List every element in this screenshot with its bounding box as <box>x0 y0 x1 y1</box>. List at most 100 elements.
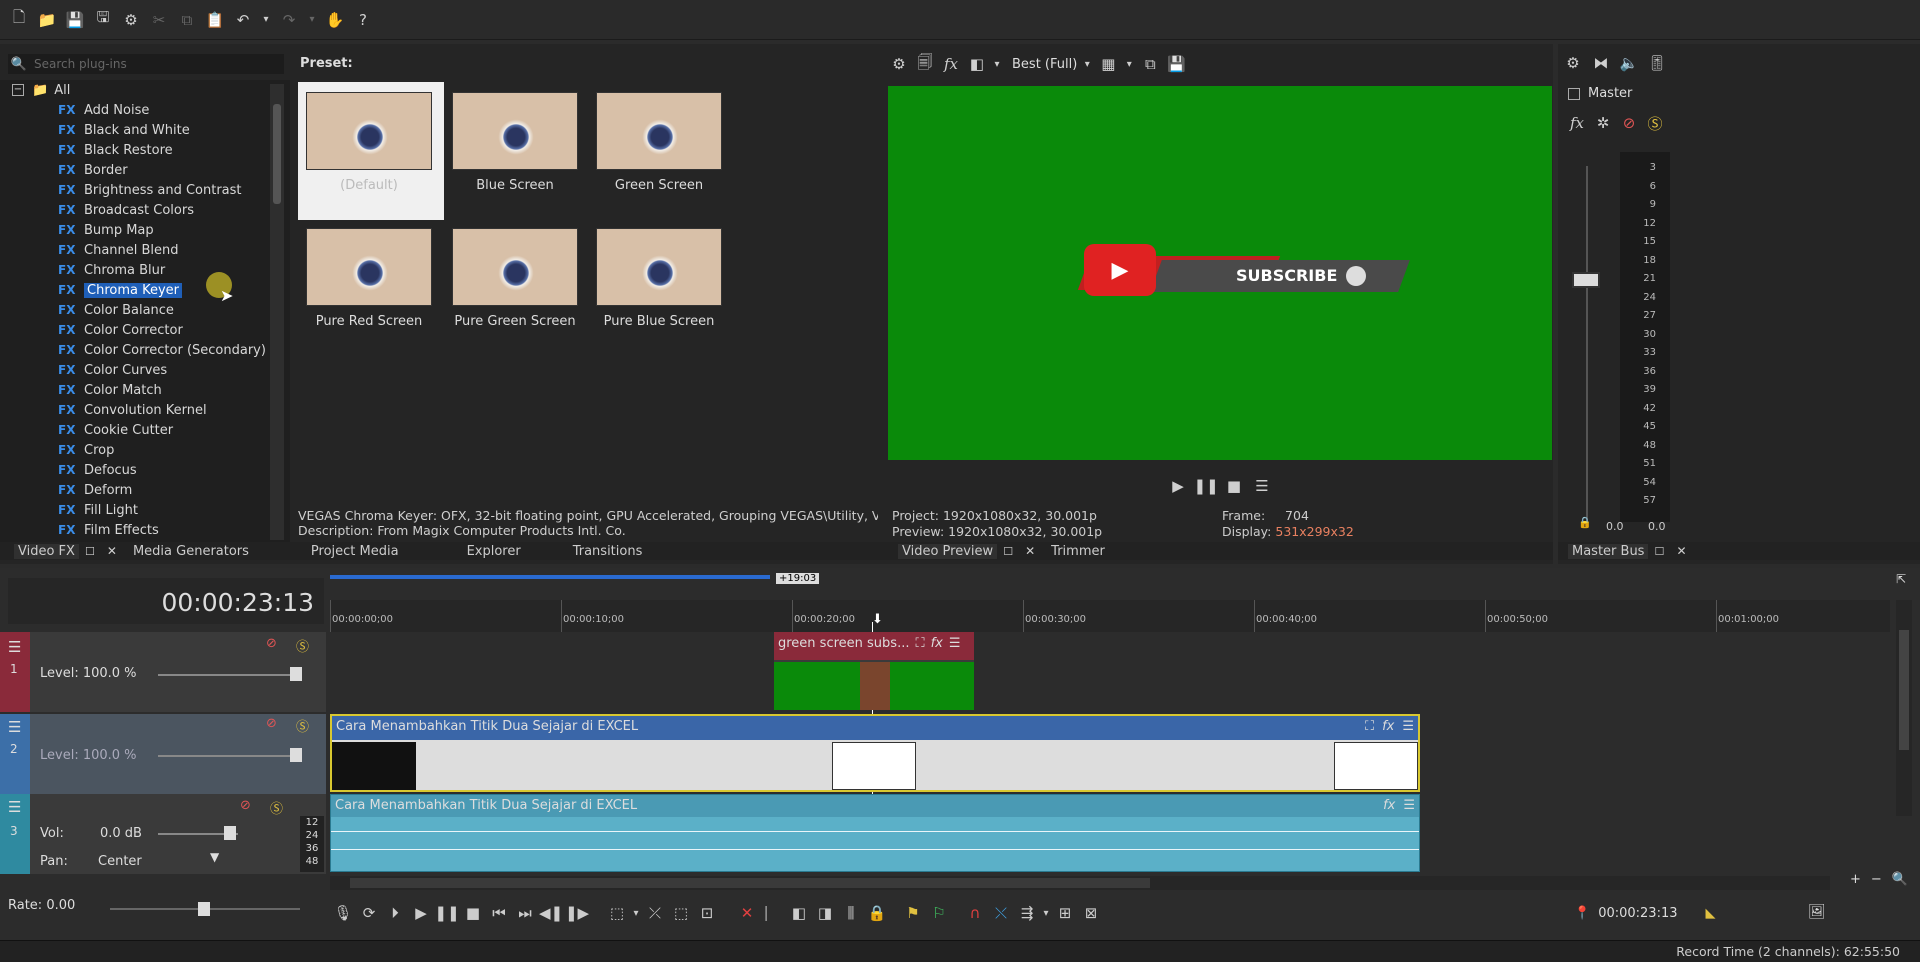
pause-icon[interactable]: ❚❚ <box>1193 475 1218 497</box>
tab-video-preview[interactable]: Video Preview <box>898 543 998 559</box>
preset-item[interactable]: Pure Blue Screen <box>596 228 722 329</box>
play-from-start-icon[interactable]: ⏵ <box>382 904 408 922</box>
preset-item[interactable]: Pure Red Screen <box>306 228 432 329</box>
new-icon[interactable]: 🗋 <box>8 8 30 31</box>
level-slider-thumb[interactable] <box>290 748 302 762</box>
region-icon[interactable]: ⚐ <box>926 904 952 922</box>
help-icon[interactable]: ? <box>352 9 374 31</box>
hand-icon[interactable]: ✋ <box>324 9 346 31</box>
solo-icon[interactable]: Ⓢ <box>296 636 309 655</box>
collapse-icon[interactable]: − <box>12 84 24 96</box>
tab-master-bus[interactable]: Master Bus <box>1568 543 1649 559</box>
trim-end-icon[interactable]: ◨ <box>812 904 838 922</box>
save-snapshot-icon[interactable]: 💾 <box>1165 53 1187 75</box>
solo-icon[interactable]: Ⓢ <box>270 798 283 817</box>
marker-icon[interactable]: ⚑ <box>900 904 926 922</box>
fx-item[interactable]: FX Film Effects <box>0 520 290 540</box>
copy-icon[interactable]: ⧉ <box>176 9 198 31</box>
tab-trimmer[interactable]: Trimmer <box>1051 544 1105 559</box>
paste-icon[interactable]: 📋 <box>204 9 226 31</box>
undo-dropdown-icon[interactable]: ▾ <box>260 9 272 31</box>
mute-icon[interactable]: ⊘ <box>1618 112 1640 134</box>
fx-item[interactable]: FX Color Curves <box>0 360 290 380</box>
undock-icon[interactable]: ☐ <box>997 540 1019 562</box>
copy-snapshot-icon[interactable]: ⧉ <box>1139 53 1161 75</box>
undo-icon[interactable]: ↶ <box>232 9 254 31</box>
tab-video-fx[interactable]: Video FX <box>14 543 79 559</box>
undock-icon[interactable]: ☐ <box>1648 540 1670 562</box>
quality-select[interactable]: Best (Full) <box>1012 57 1077 72</box>
cut-icon[interactable]: ✂ <box>148 9 170 31</box>
fx-icon[interactable]: fx <box>1382 719 1394 737</box>
fx-item[interactable]: FX Broadcast Colors <box>0 200 290 220</box>
master-checkbox[interactable] <box>1568 87 1580 100</box>
mute-icon[interactable]: ⊘ <box>266 636 277 651</box>
fx-item[interactable]: FX Border <box>0 160 290 180</box>
close-icon[interactable]: ✕ <box>1019 540 1041 562</box>
preset-item[interactable]: (Default) <box>306 92 432 193</box>
track3-clip[interactable]: Cara Menambahkan Titik Dua Sejajar di EX… <box>330 794 1420 872</box>
track2-clip[interactable]: Cara Menambahkan Titik Dua Sejajar di EX… <box>330 714 1420 792</box>
fx-item[interactable]: FX Chroma Keyer <box>0 280 290 300</box>
fx-icon[interactable]: fx <box>931 636 943 656</box>
fx-item[interactable]: FX Color Corrector <box>0 320 290 340</box>
fx-item[interactable]: FX Black Restore <box>0 140 290 160</box>
fx-item[interactable]: FX Cookie Cutter <box>0 420 290 440</box>
tab-transitions[interactable]: Transitions <box>573 544 643 559</box>
downmix-icon[interactable]: ⧓ <box>1590 52 1612 74</box>
stop-icon[interactable]: ■ <box>1223 475 1245 497</box>
track1-clip[interactable]: green screen subs... ⛶ fx ☰ <box>774 632 974 710</box>
volume-slider-thumb[interactable] <box>224 826 236 840</box>
split-icon[interactable]: ⫼ <box>838 904 864 922</box>
tree-root[interactable]: − 📁 All <box>12 80 290 100</box>
preset-item[interactable]: Blue Screen <box>452 92 578 193</box>
tab-project-media[interactable]: Project Media <box>311 544 399 559</box>
menu-icon[interactable]: ☰ <box>1251 475 1273 497</box>
menu-icon[interactable]: ☰ <box>949 636 961 656</box>
ripple-dropdown-icon[interactable]: ▾ <box>1040 908 1052 919</box>
trim-icon[interactable]: ⎸ <box>760 904 786 922</box>
fx-item[interactable]: FX Deform <box>0 480 290 500</box>
mixer-icon[interactable]: 🎚 <box>1646 52 1668 74</box>
auto-crossfade-icon[interactable]: ⤬ <box>988 904 1014 922</box>
master-fader-handle[interactable] <box>1572 272 1600 288</box>
search-box[interactable]: 🔍 Search plug-ins <box>8 54 284 74</box>
expand-icon[interactable]: ⇱ <box>1896 572 1906 586</box>
fx-item[interactable]: FX Bump Map <box>0 220 290 240</box>
redo-icon[interactable]: ↷ <box>278 9 300 31</box>
grid-icon[interactable]: ▦ <box>1097 53 1119 75</box>
properties-icon[interactable]: 🗐 <box>914 53 936 75</box>
level-slider-thumb[interactable] <box>290 667 302 681</box>
save-as-icon[interactable]: 🖫 <box>92 8 114 31</box>
loop-region[interactable] <box>330 575 770 579</box>
level-slider[interactable] <box>158 674 296 676</box>
fx-item[interactable]: FX Fill Light <box>0 500 290 520</box>
timeline-vscroll[interactable] <box>1896 600 1912 816</box>
trim-start-icon[interactable]: ◧ <box>786 904 812 922</box>
lock-icon[interactable]: 🔒 <box>1578 516 1592 529</box>
fx-item[interactable]: FX Crop <box>0 440 290 460</box>
stop-icon[interactable]: ■ <box>460 904 486 922</box>
solo-icon[interactable]: Ⓢ <box>296 716 309 735</box>
level-slider[interactable] <box>158 755 296 757</box>
lock-icon[interactable]: 🔒 <box>864 904 890 922</box>
fx-item[interactable]: FX Brightness and Contrast <box>0 180 290 200</box>
pan-slider-thumb[interactable]: ▼ <box>210 850 219 864</box>
prev-frame-icon[interactable]: ◀❚ <box>538 904 564 922</box>
magnify-icon[interactable]: 🔍 <box>1892 872 1908 887</box>
fx-icon[interactable]: fx <box>1383 798 1395 814</box>
zoom-tool-icon[interactable]: ⊡ <box>694 904 720 922</box>
redo-dropdown-icon[interactable]: ▾ <box>306 9 318 31</box>
fx-item[interactable]: FX Color Corrector (Secondary) <box>0 340 290 360</box>
ignore-grouping-icon[interactable]: ⊠ <box>1078 904 1104 922</box>
mute-icon[interactable]: ⊘ <box>266 716 277 731</box>
tab-explorer[interactable]: Explorer <box>467 544 521 559</box>
pause-icon[interactable]: ❚❚ <box>434 904 460 922</box>
play-icon[interactable]: ▶ <box>408 904 434 922</box>
record-icon[interactable]: 🎙 <box>330 904 356 922</box>
loop-icon[interactable]: ⟳ <box>356 904 382 922</box>
menu-icon[interactable]: ☰ <box>1402 719 1414 737</box>
fx-item[interactable]: FX Add Noise <box>0 100 290 120</box>
preset-item[interactable]: Green Screen <box>596 92 722 193</box>
track-menu-icon[interactable]: ☰ <box>8 638 21 656</box>
